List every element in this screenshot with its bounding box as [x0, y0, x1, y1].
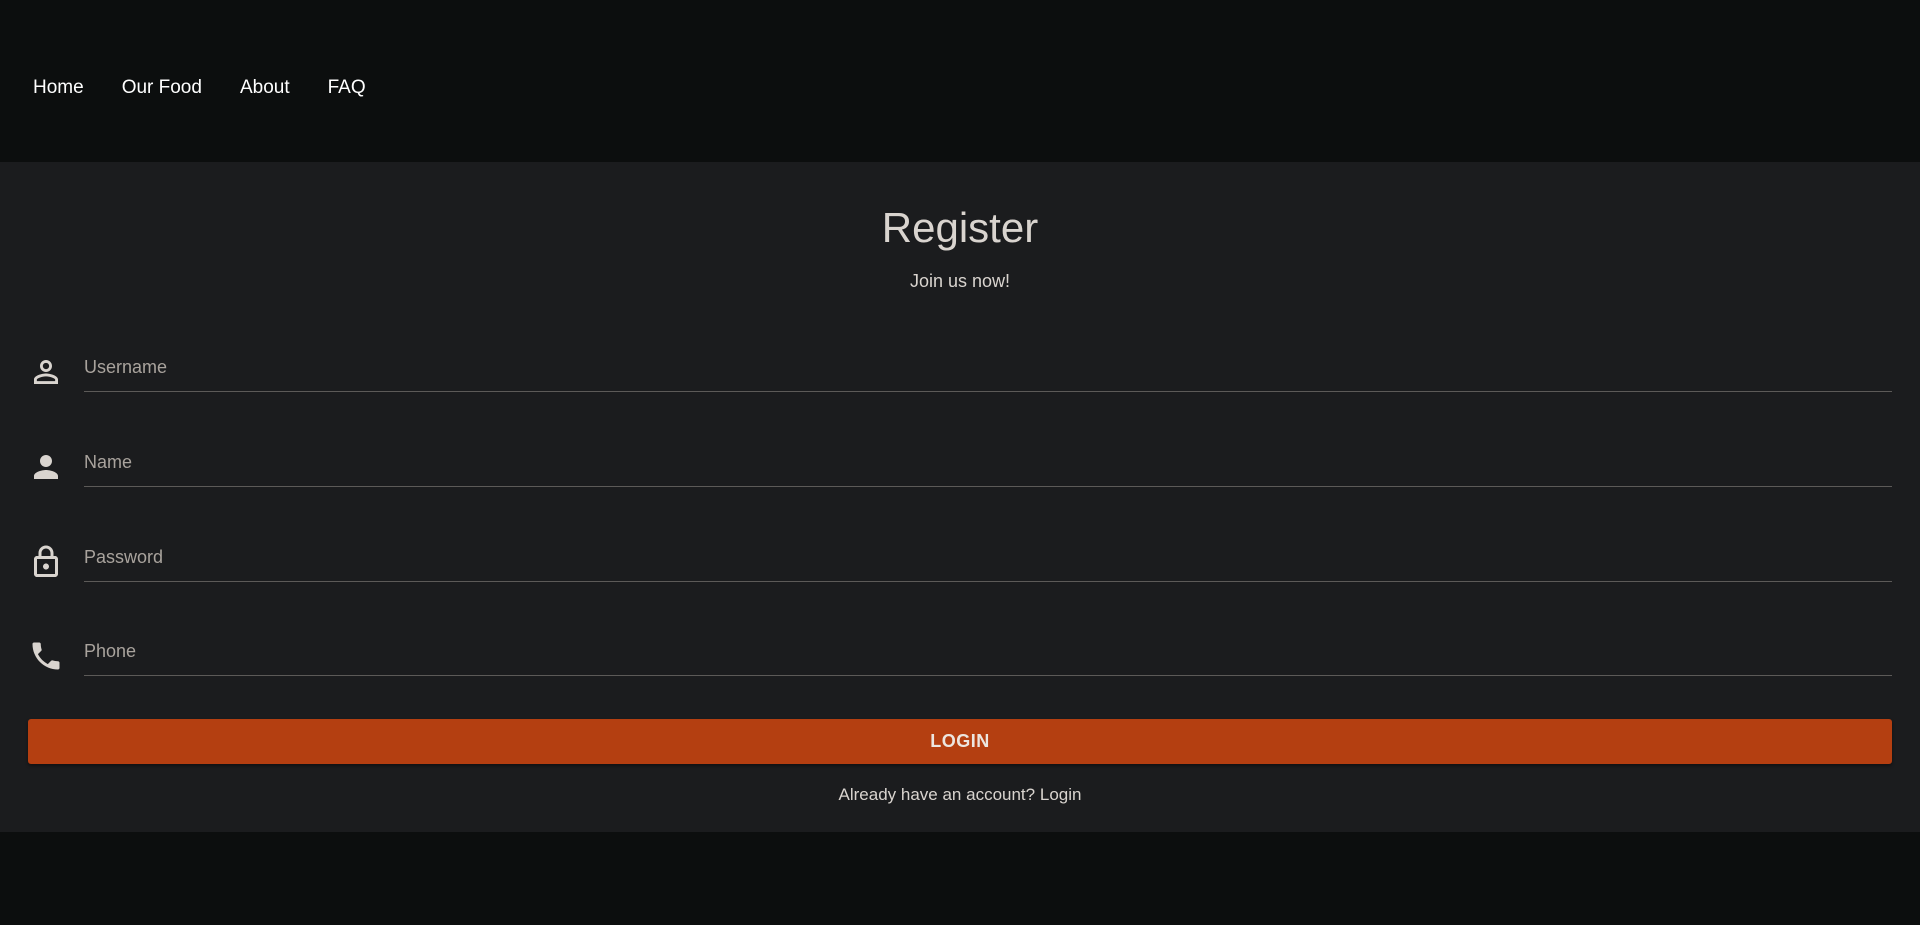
already-account-label: Already have an account? [838, 785, 1036, 804]
password-field-row [28, 534, 1892, 594]
login-link[interactable]: Login [1040, 785, 1082, 804]
name-field-row [28, 439, 1892, 499]
login-button[interactable]: LOGIN [28, 719, 1892, 764]
page-title: Register [881, 204, 1039, 251]
register-panel: Register Join us now! Username Name Phon… [0, 162, 1920, 832]
phone-field-row [28, 628, 1892, 688]
phone-icon [28, 638, 64, 674]
already-account-text: Already have an account? Login [0, 784, 1920, 806]
nav-our-food-link[interactable]: Our Food [122, 76, 202, 100]
phone-input[interactable] [84, 628, 1892, 676]
nav-faq-link[interactable]: FAQ [328, 76, 366, 100]
username-field-row [28, 344, 1892, 404]
username-input[interactable] [84, 344, 1892, 392]
person-icon [28, 449, 64, 485]
person-outline-icon [28, 354, 64, 390]
password-input[interactable] [84, 534, 1892, 582]
page-subtitle: Join us now! [909, 271, 1011, 291]
lock-icon [28, 544, 64, 580]
main-nav: Home Our Food About FAQ [33, 76, 404, 100]
top-navbar: Home Our Food About FAQ [0, 0, 1920, 162]
nav-home-link[interactable]: Home [33, 76, 84, 100]
name-input[interactable] [84, 439, 1892, 487]
nav-about-link[interactable]: About [240, 76, 290, 100]
